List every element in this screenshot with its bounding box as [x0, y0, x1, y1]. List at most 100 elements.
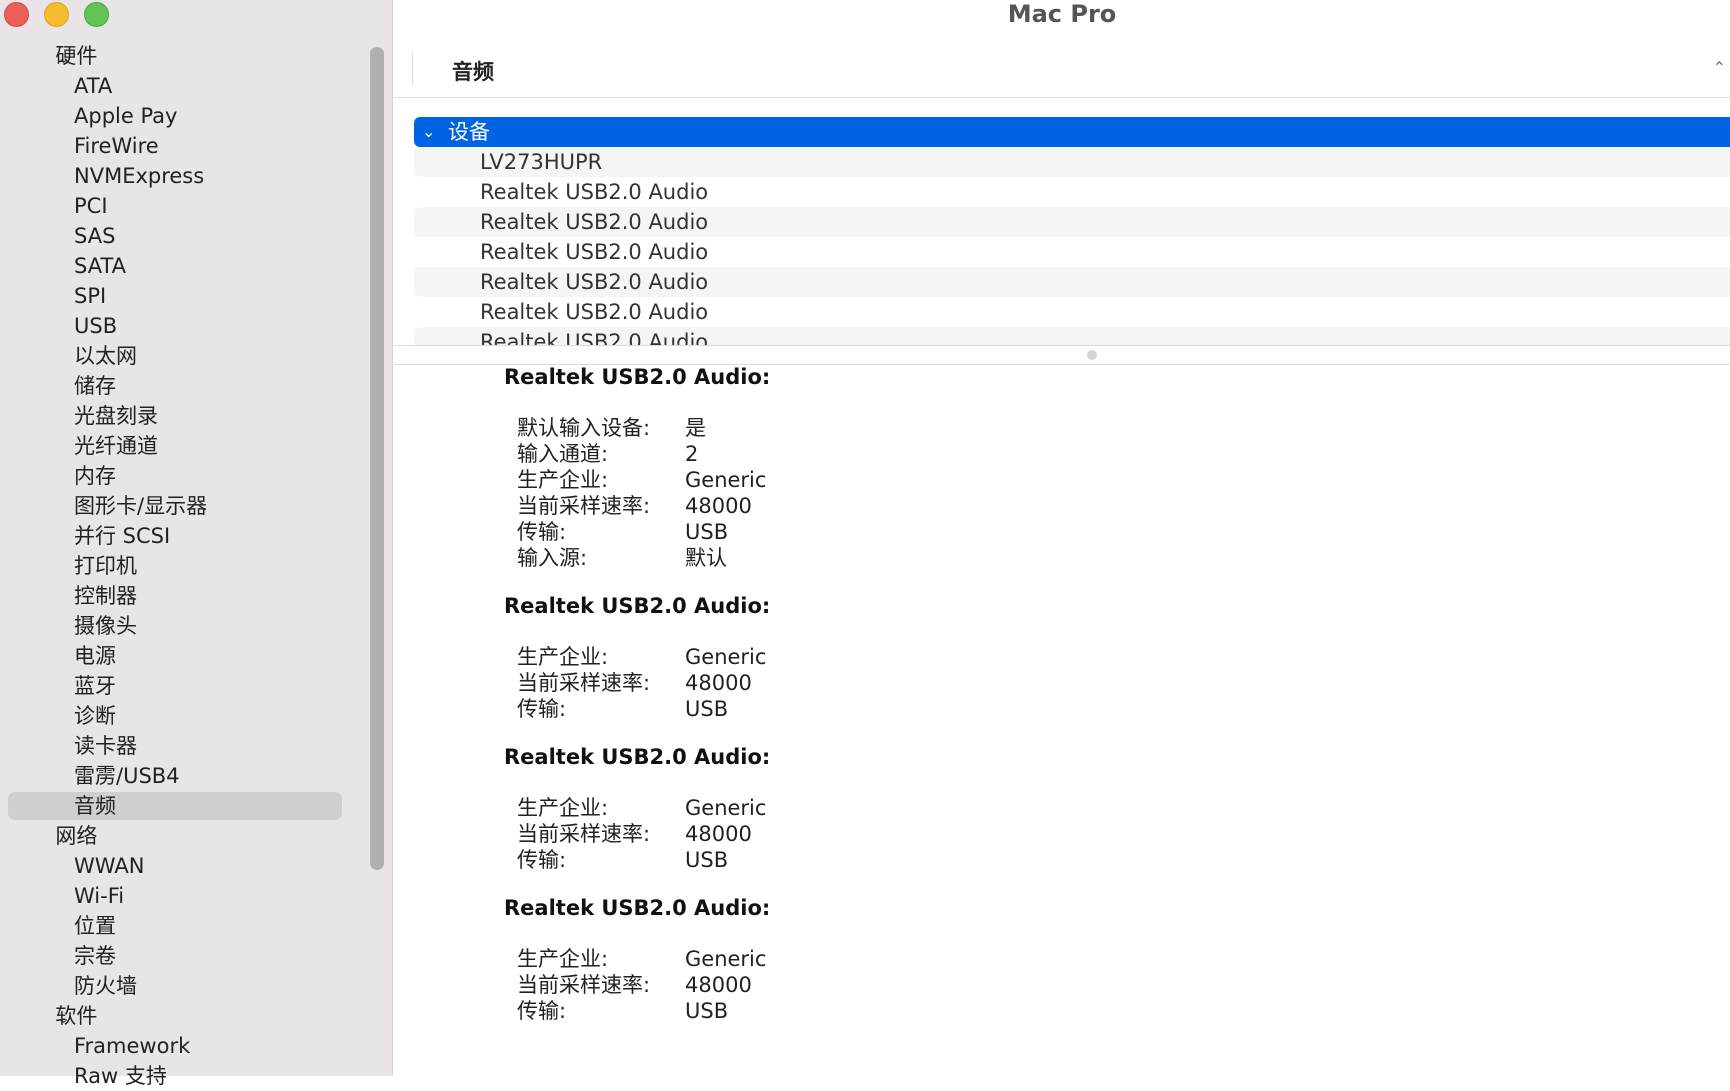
property-value: 48000 — [685, 822, 752, 846]
device-row[interactable]: Realtek USB2.0 Audio — [414, 177, 1730, 207]
sidebar-item-label: SATA — [74, 254, 127, 278]
sidebar-scrollbar[interactable] — [370, 47, 384, 870]
property-value: 48000 — [685, 494, 752, 518]
property-key: 生产企业: — [517, 645, 609, 669]
sidebar-item[interactable]: NVMExpress — [0, 161, 392, 191]
device-row[interactable]: Realtek USB2.0 Audio — [414, 237, 1730, 267]
device-detail-block: Realtek USB2.0 Audio: 生产企业: Generic 当前采样速率:… — [504, 593, 1730, 722]
sidebar-item[interactable]: SAS — [0, 221, 392, 251]
zoom-button[interactable] — [84, 2, 109, 27]
column-title[interactable]: 音频 — [452, 56, 494, 86]
sidebar-item[interactable]: 读卡器 — [0, 731, 392, 761]
property-key: 传输: — [517, 999, 567, 1023]
sidebar: ⌄硬件 ATA Apple Pay FireWire NVMExpress PCI SAS S… — [0, 0, 393, 1088]
device-name: Realtek USB2.0 Audio — [480, 270, 709, 294]
sidebar-item[interactable]: SATA — [0, 251, 392, 281]
sidebar-item[interactable]: 音频 — [0, 791, 392, 821]
sidebar-item[interactable]: Raw 支持 — [0, 1061, 392, 1091]
device-row[interactable]: LV273HUPR — [414, 147, 1730, 177]
sidebar-item-label: 储存 — [74, 374, 116, 398]
device-row[interactable]: Realtek USB2.0 Audio — [414, 267, 1730, 297]
sidebar-item[interactable]: ATA — [0, 71, 392, 101]
property-row: 生产企业: Generic — [517, 644, 1730, 670]
property-value: Generic — [685, 468, 767, 492]
chevron-up-icon[interactable]: ⌃ — [1713, 58, 1726, 77]
split-divider[interactable] — [394, 345, 1730, 365]
sidebar-item[interactable]: 宗卷 — [0, 941, 392, 971]
sidebar-item[interactable]: PCI — [0, 191, 392, 221]
device-detail-block: Realtek USB2.0 Audio: 默认输入设备: 是输入通道: 2 生产企业:… — [504, 364, 1730, 571]
sidebar-item[interactable]: Wi-Fi — [0, 881, 392, 911]
sidebar-item[interactable]: 防火墙 — [0, 971, 392, 1001]
property-row: 传输: USB — [517, 998, 1730, 1024]
device-row[interactable]: Realtek USB2.0 Audio — [414, 327, 1730, 345]
property-value: USB — [685, 848, 729, 872]
sidebar-item[interactable]: 雷雳/USB4 — [0, 761, 392, 791]
device-row[interactable]: Realtek USB2.0 Audio — [414, 297, 1730, 327]
sidebar-item[interactable]: FireWire — [0, 131, 392, 161]
sidebar-item-label: 摄像头 — [74, 614, 137, 638]
sidebar-item[interactable]: 摄像头 — [0, 611, 392, 641]
sidebar-item[interactable]: 控制器 — [0, 581, 392, 611]
sidebar-item[interactable]: 并行 SCSI — [0, 521, 392, 551]
minimize-button[interactable] — [44, 2, 69, 27]
sidebar-group[interactable]: ⌄硬件 — [0, 41, 392, 71]
sidebar-item-label: Wi-Fi — [74, 884, 125, 908]
window-controls — [4, 2, 109, 27]
property-key: 当前采样速率: — [517, 822, 651, 846]
property-row: 生产企业: Generic — [517, 795, 1730, 821]
device-row[interactable]: Realtek USB2.0 Audio — [414, 207, 1730, 237]
sidebar-item[interactable]: 光纤通道 — [0, 431, 392, 461]
property-value: 2 — [685, 442, 699, 466]
property-key: 输入源: — [517, 546, 588, 570]
sidebar-item-label: 宗卷 — [74, 944, 116, 968]
property-row: 输入源: 默认 — [517, 545, 1730, 571]
property-key: 生产企业: — [517, 947, 609, 971]
sidebar-group[interactable]: ⌄网络 — [0, 821, 392, 851]
sidebar-item-label: 控制器 — [74, 584, 137, 608]
sidebar-item[interactable]: SPI — [0, 281, 392, 311]
sidebar-item[interactable]: 储存 — [0, 371, 392, 401]
sidebar-item[interactable]: 以太网 — [0, 341, 392, 371]
close-button[interactable] — [4, 2, 29, 27]
header-divider — [412, 52, 413, 86]
sidebar-item[interactable]: Apple Pay — [0, 101, 392, 131]
property-value: 48000 — [685, 671, 752, 695]
sidebar-item[interactable]: 蓝牙 — [0, 671, 392, 701]
sidebar-item-label: ATA — [74, 74, 113, 98]
property-value: Generic — [685, 645, 767, 669]
sidebar-item[interactable]: WWAN — [0, 851, 392, 881]
sidebar-item[interactable]: Framework — [0, 1031, 392, 1061]
property-value: 48000 — [685, 973, 752, 997]
property-value: Generic — [685, 947, 767, 971]
sidebar-item-label: 雷雳/USB4 — [74, 764, 180, 788]
sidebar-tree: ⌄硬件 ATA Apple Pay FireWire NVMExpress PCI SAS S… — [0, 41, 392, 1091]
sidebar-item[interactable]: 电源 — [0, 641, 392, 671]
sidebar-item[interactable]: 位置 — [0, 911, 392, 941]
chevron-down-icon[interactable]: ⌄ — [422, 117, 435, 147]
sidebar-group-label: 硬件 — [55, 44, 98, 68]
table-header: 音频 ⌃ — [394, 52, 1730, 98]
sidebar-group-label: 软件 — [55, 1004, 98, 1028]
split-handle[interactable] — [1087, 350, 1097, 360]
property-value: USB — [685, 697, 729, 721]
sidebar-item-label: 电源 — [74, 644, 116, 668]
sidebar-item[interactable]: USB — [0, 311, 392, 341]
property-key: 默认输入设备: — [517, 416, 651, 440]
device-detail-title: Realtek USB2.0 Audio: — [504, 896, 771, 920]
device-group-row[interactable]: ⌄ 设备 — [414, 117, 1730, 147]
property-row: 输入通道: 2 — [517, 441, 1730, 467]
property-key: 当前采样速率: — [517, 973, 651, 997]
property-list: 生产企业: Generic 当前采样速率: 48000 传输: USB — [517, 644, 1730, 722]
sidebar-item[interactable]: 打印机 — [0, 551, 392, 581]
device-detail-title: Realtek USB2.0 Audio: — [504, 365, 771, 389]
property-row: 当前采样速率: 48000 — [517, 972, 1730, 998]
sidebar-item[interactable]: 光盘刻录 — [0, 401, 392, 431]
sidebar-group[interactable]: ⌄软件 — [0, 1001, 392, 1031]
sidebar-item[interactable]: 诊断 — [0, 701, 392, 731]
property-value: USB — [685, 520, 729, 544]
sidebar-item-label: 读卡器 — [74, 734, 137, 758]
property-row: 生产企业: Generic — [517, 467, 1730, 493]
sidebar-item[interactable]: 内存 — [0, 461, 392, 491]
sidebar-item[interactable]: 图形卡/显示器 — [0, 491, 392, 521]
